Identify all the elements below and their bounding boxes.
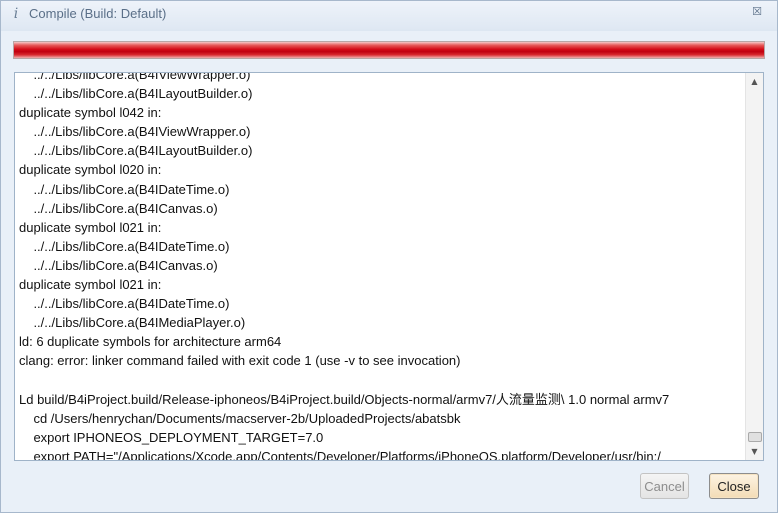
log-line: ../../Libs/libCore.a(B4IDateTime.o) [19, 296, 230, 312]
close-button[interactable]: Close [709, 473, 759, 499]
log-line: duplicate symbol l021 in: [19, 277, 162, 293]
progress-fill [14, 42, 764, 58]
compile-dialog: i Compile (Build: Default) ☒ ../../Libs/… [0, 0, 778, 513]
log-line: export IPHONEOS_DEPLOYMENT_TARGET=7.0 [19, 429, 324, 445]
log-line: ../../Libs/libCore.a(B4ILayoutBuilder.o) [19, 143, 253, 159]
scroll-up-icon[interactable]: ▲ [746, 73, 763, 90]
log-line: ld: 6 duplicate symbols for architecture… [19, 334, 282, 350]
title-bar[interactable]: i Compile (Build: Default) ☒ [1, 1, 777, 29]
log-line: duplicate symbol l020 in: [19, 162, 162, 178]
cancel-button[interactable]: Cancel [640, 473, 689, 499]
window-close-icon[interactable]: ☒ [749, 4, 765, 20]
log-line: export PATH="/Applications/Xcode.app/Con… [19, 448, 661, 461]
scroll-down-icon[interactable]: ▼ [746, 443, 763, 460]
log-line: ../../Libs/libCore.a(B4IViewWrapper.o) [19, 124, 251, 140]
build-log-content: ../../Libs/libCore.a(B4IViewWrapper.o) .… [19, 72, 741, 461]
log-line: ../../Libs/libCore.a(B4ICanvas.o) [19, 200, 218, 216]
compile-progress-bar [13, 41, 765, 59]
window-title: Compile (Build: Default) [29, 6, 167, 21]
log-line: Ld build/B4iProject.build/Release-iphone… [19, 391, 670, 407]
log-line: duplicate symbol l042 in: [19, 105, 162, 121]
log-line: ../../Libs/libCore.a(B4IDateTime.o) [19, 181, 230, 197]
log-line: ../../Libs/libCore.a(B4IDateTime.o) [19, 238, 230, 254]
log-line: duplicate symbol l021 in: [19, 219, 162, 235]
log-line: ../../Libs/libCore.a(B4ILayoutBuilder.o) [19, 86, 253, 102]
log-line: cd /Users/henrychan/Documents/macserver-… [19, 410, 461, 426]
log-line: ../../Libs/libCore.a(B4ICanvas.o) [19, 257, 218, 273]
log-line: clang: error: linker command failed with… [19, 353, 461, 369]
scroll-thumb[interactable] [748, 432, 762, 442]
info-icon: i [13, 6, 19, 22]
build-log-textarea[interactable]: ../../Libs/libCore.a(B4IViewWrapper.o) .… [14, 72, 764, 461]
log-line: ../../Libs/libCore.a(B4IMediaPlayer.o) [19, 315, 246, 331]
log-line: ../../Libs/libCore.a(B4IViewWrapper.o) [19, 72, 251, 82]
vertical-scrollbar[interactable]: ▲ ▼ [745, 73, 763, 460]
